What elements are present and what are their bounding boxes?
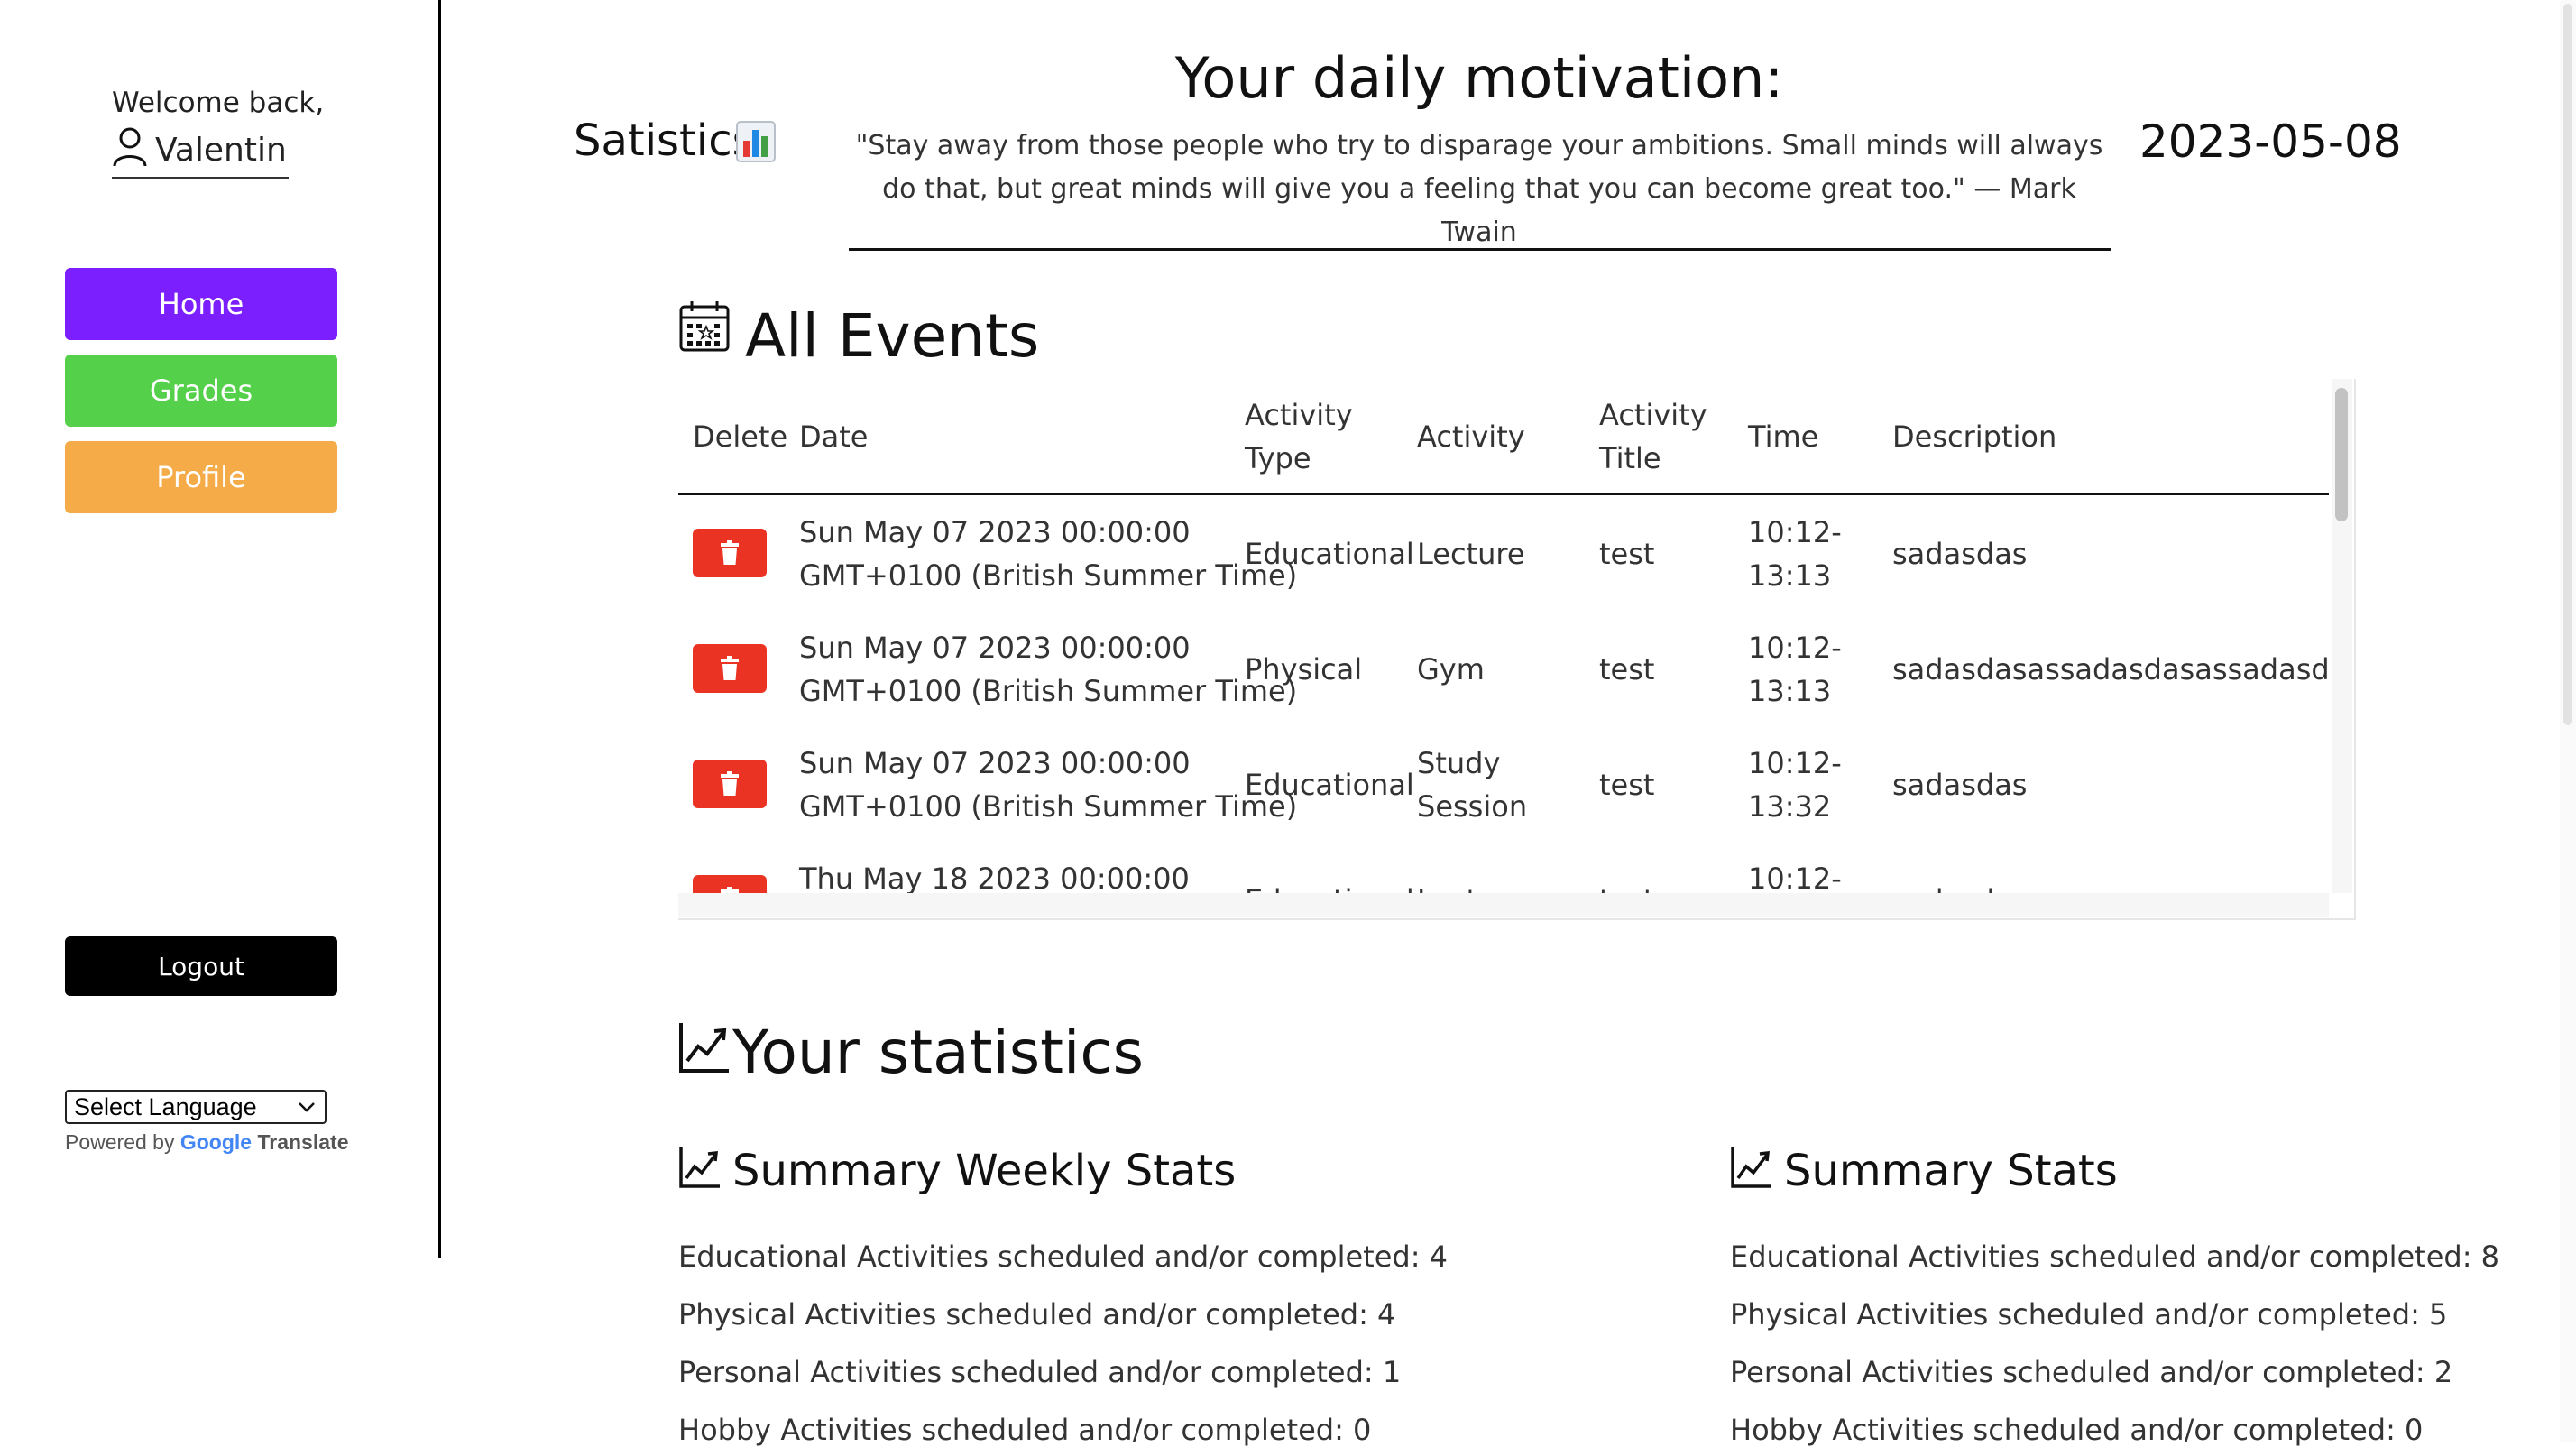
table-scroll-thumb[interactable] xyxy=(2335,388,2348,521)
cell-time: 10:12- xyxy=(1748,862,1842,893)
cell-activity-type: Educational xyxy=(1245,768,1414,802)
column-header-date: Date xyxy=(799,419,869,454)
google-logo[interactable]: Google xyxy=(180,1130,252,1154)
cell-description: sadasdas xyxy=(1892,537,2028,571)
trend-chart-icon xyxy=(679,1023,729,1073)
cell-description: sadasdasassadasdasassadasdasas xyxy=(1892,652,2329,687)
weekly-stats-title: Summary Weekly Stats xyxy=(732,1146,1237,1196)
quote-divider xyxy=(849,248,2111,251)
column-header-time: Time xyxy=(1748,419,1819,454)
cell-activity-title: test xyxy=(1599,537,1655,571)
column-header-activity-title: Activity Title xyxy=(1599,398,1707,475)
trash-icon xyxy=(721,771,739,796)
cell-activity-type: Physical xyxy=(1245,652,1363,687)
cell-activity-type: Educational xyxy=(1245,879,1414,893)
language-select-label: Select Language xyxy=(74,1093,257,1120)
cell-activity-title: test xyxy=(1599,879,1654,893)
cell-date: Thu May 18 2023 00:00:00 xyxy=(799,862,1190,893)
powered-by-google-translate: Powered by Google Translate xyxy=(65,1130,348,1155)
column-header-delete: Delete xyxy=(693,419,788,454)
cell-time: 10:12- 13:13 xyxy=(1748,515,1842,593)
weekly-stat-educational: Educational Activities scheduled and/or … xyxy=(678,1240,1449,1274)
delete-button[interactable] xyxy=(693,875,767,893)
bar-chart-icon xyxy=(736,121,776,162)
delete-button[interactable] xyxy=(693,529,767,577)
table-header-divider xyxy=(678,493,2329,495)
summary-stats-title: Summary Stats xyxy=(1784,1146,2118,1196)
sidebar: Welcome back, Valentin Home Grades Profi… xyxy=(0,0,441,1258)
statistics-link[interactable]: Satistics xyxy=(574,115,755,166)
trash-icon xyxy=(721,656,739,680)
cell-time: 10:12- 13:13 xyxy=(1748,631,1842,708)
motivation-title: Your daily motivation: xyxy=(1174,45,1784,111)
page-scroll-thumb[interactable] xyxy=(2563,4,2572,725)
translate-link[interactable]: Translate xyxy=(257,1130,348,1154)
cell-activity: Lecture xyxy=(1417,879,1525,893)
chevron-down-icon xyxy=(299,1102,315,1112)
delete-button[interactable] xyxy=(693,644,767,693)
trend-chart-icon xyxy=(1731,1147,1771,1188)
events-title: All Events xyxy=(745,301,1040,371)
current-date: 2023-05-08 xyxy=(2139,115,2402,168)
trash-icon xyxy=(721,887,739,893)
cell-date: Sun May 07 2023 00:00:00 GMT+0100 (Britis… xyxy=(799,746,1298,824)
cell-activity: Gym xyxy=(1417,652,1485,687)
summary-stat-hobby: Hobby Activities scheduled and/or comple… xyxy=(1730,1413,2424,1447)
cell-activity-title: test xyxy=(1599,652,1655,687)
powered-by-text: Powered by xyxy=(65,1130,175,1154)
events-table-panel: Delete Date Activity Type Activity Activi… xyxy=(678,379,2356,920)
events-table[interactable]: Delete Date Activity Type Activity Activi… xyxy=(678,379,2329,893)
cell-activity: Lecture xyxy=(1417,537,1525,571)
language-select[interactable]: Select Language xyxy=(65,1090,327,1124)
delete-button[interactable] xyxy=(693,760,767,808)
table-horizontal-scrollbar[interactable] xyxy=(678,893,2329,917)
trend-chart-icon xyxy=(679,1147,720,1188)
cell-activity: Study Session xyxy=(1417,746,1528,824)
home-button[interactable]: Home xyxy=(65,268,337,340)
cell-activity-title: test xyxy=(1599,768,1655,802)
user-name-block: Valentin xyxy=(112,126,289,179)
column-header-activity: Activity xyxy=(1417,419,1525,454)
logout-button[interactable]: Logout xyxy=(65,936,337,996)
weekly-stat-hobby: Hobby Activities scheduled and/or comple… xyxy=(678,1413,1372,1447)
calendar-icon xyxy=(679,301,730,352)
summary-stat-physical: Physical Activities scheduled and/or com… xyxy=(1730,1297,2448,1332)
trash-icon xyxy=(721,540,739,565)
cell-activity-type: Educational xyxy=(1245,537,1414,571)
cell-date: Sun May 07 2023 00:00:00 GMT+0100 (Britis… xyxy=(799,515,1298,593)
welcome-text: Welcome back, xyxy=(112,87,325,119)
statistics-title: Your statistics xyxy=(732,1018,1145,1087)
profile-button[interactable]: Profile xyxy=(65,441,337,513)
motivation-quote: "Stay away from those people who try to … xyxy=(855,130,2103,248)
column-header-activity-type: Activity Type xyxy=(1245,398,1353,475)
weekly-stat-physical: Physical Activities scheduled and/or com… xyxy=(678,1297,1396,1332)
summary-stat-personal: Personal Activities scheduled and/or com… xyxy=(1730,1355,2453,1389)
weekly-stat-personal: Personal Activities scheduled and/or com… xyxy=(678,1355,1402,1389)
cell-time: 10:12- 13:32 xyxy=(1748,746,1842,824)
grades-button[interactable]: Grades xyxy=(65,355,337,427)
user-icon xyxy=(113,127,147,167)
cell-date: Sun May 07 2023 00:00:00 GMT+0100 (Britis… xyxy=(799,631,1298,708)
summary-stat-educational: Educational Activities scheduled and/or … xyxy=(1730,1240,2500,1274)
cell-description: sadasdas xyxy=(1892,879,2027,893)
column-header-description: Description xyxy=(1892,419,2057,454)
cell-description: sadasdas xyxy=(1892,768,2028,802)
username: Valentin xyxy=(155,132,287,169)
